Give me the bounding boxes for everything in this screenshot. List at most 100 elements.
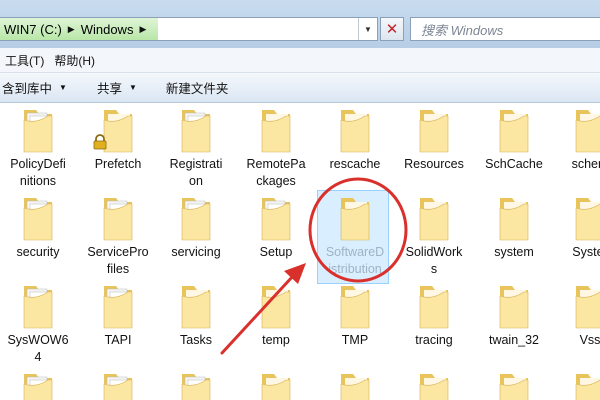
folder-item-system[interactable]: system: [474, 194, 554, 261]
folder-item-tapi[interactable]: TAPI: [78, 282, 158, 349]
folder-item-partial[interactable]: [0, 370, 78, 400]
folder-label: twain_32: [488, 333, 540, 347]
folder-label: PolicyDefi nitions: [10, 157, 66, 188]
folder-icon: [181, 198, 211, 241]
address-bar[interactable]: WIN7 (C:) ▶ Windows ▶ ▼: [0, 17, 378, 41]
new-folder-button[interactable]: 新建文件夹: [166, 78, 229, 97]
folder-item-solidworks[interactable]: SolidWork s: [394, 194, 474, 278]
stop-button[interactable]: ✕: [380, 17, 404, 41]
folder-item-servicing[interactable]: servicing: [156, 194, 236, 261]
folder-item-partial[interactable]: [394, 370, 474, 400]
folder-item-policydefinitions[interactable]: PolicyDefi nitions: [0, 106, 78, 190]
folder-label: ServicePro files: [87, 245, 149, 276]
folder-item-partial[interactable]: [550, 370, 600, 400]
folder-item-vss[interactable]: Vss: [550, 282, 600, 349]
folder-icon: [103, 374, 133, 400]
breadcrumb: WIN7 (C:) ▶ Windows ▶: [0, 18, 158, 40]
folder-item-tasks[interactable]: Tasks: [156, 282, 236, 349]
folder-item-remotepackages[interactable]: RemotePa ckages: [236, 106, 316, 190]
folder-icon: [103, 286, 133, 329]
folder-label: SchCache: [485, 157, 543, 171]
folder-icon: [23, 374, 53, 400]
search-placeholder: 搜索 Windows: [421, 22, 504, 38]
folder-item-prefetch[interactable]: Prefetch: [78, 106, 158, 173]
folder-item-setup[interactable]: Setup: [236, 194, 316, 261]
folder-icon: [181, 374, 211, 400]
folder-item-partial[interactable]: [78, 370, 158, 400]
folder-item-partial[interactable]: [156, 370, 236, 400]
file-list: PolicyDefi nitions Prefetch Registrati on R…: [0, 104, 600, 400]
folder-item-tracing[interactable]: tracing: [394, 282, 474, 349]
folder-item-partial[interactable]: [315, 370, 395, 400]
folder-label: RemotePa ckages: [246, 157, 306, 188]
search-input[interactable]: 搜索 Windows: [410, 17, 600, 41]
include-in-library-button[interactable]: 含到库中 ▼: [2, 78, 67, 97]
folder-label: Vss: [579, 333, 600, 347]
folder-item-schcache[interactable]: SchCache: [474, 106, 554, 173]
breadcrumb-windows[interactable]: Windows: [81, 22, 134, 37]
include-in-library-label: 含到库中: [2, 82, 53, 96]
folder-icon: [181, 110, 211, 153]
breadcrumb-chevron-icon[interactable]: ▶: [139, 24, 146, 35]
close-icon: ✕: [385, 21, 399, 38]
menu-tools[interactable]: 工具(T): [0, 52, 49, 69]
folder-item-serviceprofiles[interactable]: ServicePro files: [78, 194, 158, 278]
folder-label: TAPI: [104, 333, 132, 347]
chevron-down-icon: ▼: [128, 83, 137, 92]
folder-item-twain_32[interactable]: twain_32: [474, 282, 554, 349]
command-bar: 含到库中 ▼ 共享 ▼ 新建文件夹: [0, 73, 600, 103]
folder-icon: [261, 374, 291, 400]
folder-item-syswow64[interactable]: SysWOW6 4: [0, 282, 78, 366]
folder-icon: [261, 286, 291, 329]
folder-icon: [499, 110, 529, 153]
folder-label: Syster: [572, 245, 600, 259]
share-label: 共享: [96, 82, 122, 96]
folder-item-rescache[interactable]: rescache: [315, 106, 395, 173]
folder-icon: [23, 198, 53, 241]
folder-label: tracing: [415, 333, 453, 347]
folder-icon: [419, 374, 449, 400]
folder-label: schem: [571, 157, 600, 171]
new-folder-label: 新建文件夹: [165, 82, 229, 96]
folder-item-temp[interactable]: temp: [236, 282, 316, 349]
menu-bar: 工具(T) 帮助(H): [0, 48, 600, 73]
folder-icon: [575, 374, 600, 400]
folder-item-schem[interactable]: schem: [550, 106, 600, 173]
folder-label: SysWOW6 4: [7, 333, 69, 364]
folder-icon: [23, 286, 53, 329]
folder-icon: [575, 198, 600, 241]
folder-label: Tasks: [180, 333, 212, 347]
address-dropdown-icon[interactable]: ▼: [358, 18, 377, 40]
folder-label: Resources: [404, 157, 464, 171]
breadcrumb-drive[interactable]: WIN7 (C:): [4, 22, 62, 37]
folder-icon: [499, 374, 529, 400]
lock-icon: [93, 134, 107, 150]
folder-item-partial[interactable]: [236, 370, 316, 400]
folder-item-registration[interactable]: Registrati on: [156, 106, 236, 190]
folder-icon: [419, 198, 449, 241]
folder-item-tmp[interactable]: TMP: [315, 282, 395, 349]
folder-label: Prefetch: [94, 157, 142, 171]
folder-label: rescache: [329, 157, 381, 171]
folder-label: TMP: [341, 333, 369, 347]
folder-item-softwaredistribution[interactable]: SoftwareD istribution: [315, 190, 395, 284]
folder-icon: [575, 286, 600, 329]
folder-icon: [575, 110, 600, 153]
menu-help[interactable]: 帮助(H): [49, 52, 100, 69]
folder-item-security[interactable]: security: [0, 194, 78, 261]
folder-icon: [340, 198, 370, 241]
folder-item-syster[interactable]: Syster: [550, 194, 600, 261]
folder-label: system: [494, 245, 534, 259]
folder-icon: [419, 286, 449, 329]
folder-icon: [261, 198, 291, 241]
folder-icon: [103, 198, 133, 241]
folder-icon: [340, 286, 370, 329]
chevron-down-icon: ▼: [59, 83, 67, 92]
breadcrumb-separator-icon[interactable]: ▶: [68, 24, 75, 35]
folder-item-resources[interactable]: Resources: [394, 106, 474, 173]
folder-item-partial[interactable]: [474, 370, 554, 400]
folder-icon: [340, 110, 370, 153]
share-button[interactable]: 共享 ▼: [97, 78, 137, 97]
folder-label: security: [16, 245, 60, 259]
folder-icon: [261, 110, 291, 153]
